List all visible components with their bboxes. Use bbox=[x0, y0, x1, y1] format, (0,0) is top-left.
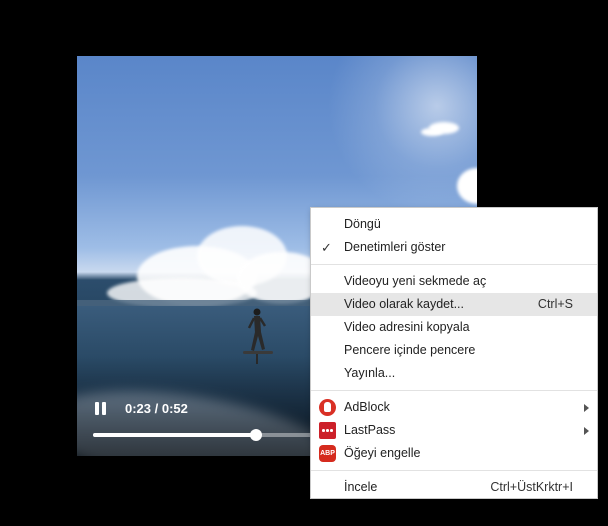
submenu-arrow-icon bbox=[584, 427, 589, 435]
checkmark-icon: ✓ bbox=[321, 240, 332, 255]
menu-item-shortcut: Ctrl+S bbox=[537, 297, 573, 311]
menu-item-label: Döngü bbox=[344, 217, 381, 231]
submenu-arrow-icon bbox=[584, 404, 589, 412]
abp-icon: ABP bbox=[319, 445, 336, 462]
menu-item-lastpass[interactable]: LastPass bbox=[311, 419, 597, 442]
menu-item-label: Video adresini kopyala bbox=[344, 320, 470, 334]
sun-glare bbox=[327, 56, 477, 216]
menu-item-label: Videoyu yeni sekmede aç bbox=[344, 274, 487, 288]
menu-item-save-video-as[interactable]: Video olarak kaydet... Ctrl+S bbox=[311, 293, 597, 316]
time-display: 0:23 / 0:52 bbox=[125, 401, 188, 416]
menu-item-picture-in-picture[interactable]: Pencere içinde pencere bbox=[311, 339, 597, 362]
seek-bar-played bbox=[93, 433, 256, 437]
menu-item-label: Yayınla... bbox=[344, 366, 396, 380]
context-menu: Döngü ✓ Denetimleri göster Videoyu yeni … bbox=[310, 207, 598, 499]
seek-thumb[interactable] bbox=[249, 429, 262, 441]
adblock-hand-icon bbox=[319, 399, 336, 416]
menu-item-label: Denetimleri göster bbox=[344, 240, 446, 254]
menu-item-inspect[interactable]: İncele Ctrl+ÜstKrktr+I bbox=[311, 476, 597, 499]
menu-item-open-video-new-tab[interactable]: Videoyu yeni sekmede aç bbox=[311, 270, 597, 293]
menu-item-label: Pencere içinde pencere bbox=[344, 343, 476, 357]
pause-icon[interactable] bbox=[93, 401, 109, 417]
menu-separator bbox=[311, 264, 597, 265]
cloud bbox=[421, 128, 443, 136]
menu-separator bbox=[311, 390, 597, 391]
menu-item-show-controls[interactable]: ✓ Denetimleri göster bbox=[311, 236, 597, 259]
menu-item-copy-video-address[interactable]: Video adresini kopyala bbox=[311, 316, 597, 339]
menu-item-cast[interactable]: Yayınla... bbox=[311, 362, 597, 385]
menu-item-label: LastPass bbox=[344, 423, 396, 437]
lastpass-icon bbox=[319, 422, 336, 439]
menu-item-label: AdBlock bbox=[344, 400, 390, 414]
screen: 0:23 / 0:52 Döngü ✓ Denetimleri göster V… bbox=[0, 0, 608, 526]
menu-item-shortcut: Ctrl+ÜstKrktr+I bbox=[490, 480, 573, 494]
menu-item-label: İncele bbox=[344, 480, 378, 494]
menu-item-block-element[interactable]: ABP Öğeyi engelle bbox=[311, 442, 597, 465]
menu-item-label: Öğeyi engelle bbox=[344, 446, 421, 460]
menu-separator bbox=[311, 470, 597, 471]
menu-item-loop[interactable]: Döngü bbox=[311, 213, 597, 236]
menu-item-adblock[interactable]: AdBlock bbox=[311, 396, 597, 419]
menu-item-label: Video olarak kaydet... bbox=[344, 297, 464, 311]
